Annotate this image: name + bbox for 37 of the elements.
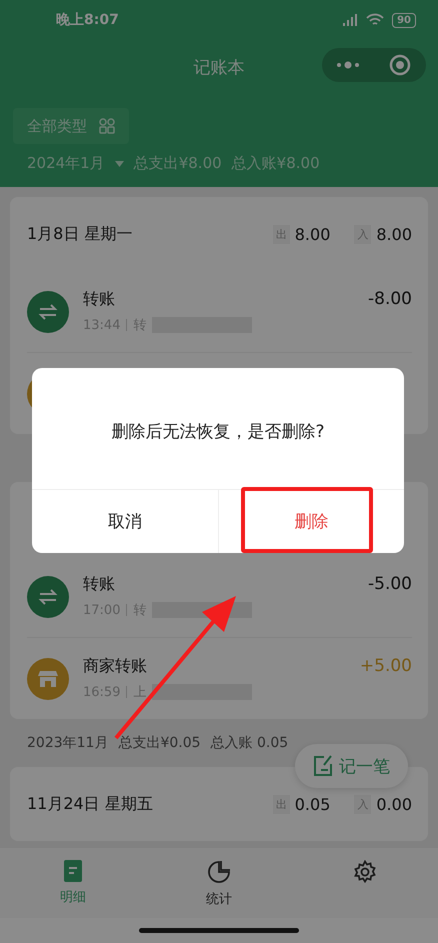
expense-total: 总支出¥8.00 xyxy=(134,154,222,173)
transfer-icon xyxy=(27,576,69,618)
transaction-amount: -5.00 xyxy=(368,574,412,594)
settings-icon xyxy=(353,860,377,884)
delete-button[interactable]: 删除 xyxy=(218,490,404,553)
signal-icon xyxy=(342,13,358,27)
store-icon xyxy=(27,658,69,700)
pie-chart-icon xyxy=(207,860,231,884)
battery-level: 90 xyxy=(392,12,416,28)
transaction-amount: +5.00 xyxy=(360,656,412,676)
grid-icon xyxy=(99,118,115,134)
status-time: 晚上8:07 xyxy=(56,11,119,29)
income-total: 总入账¥8.00 xyxy=(232,154,320,173)
day-income: 8.00 xyxy=(376,224,412,244)
day-income: 0.00 xyxy=(376,794,412,814)
transaction-name: 商家转账 xyxy=(83,656,148,677)
page-title: 记账本 xyxy=(194,56,244,78)
tab[interactable]: 统计 xyxy=(146,848,292,918)
dropdown-icon xyxy=(114,160,124,166)
month-label: 2023年11月 xyxy=(27,734,108,752)
day-date: 11月24日 星期五 xyxy=(27,794,153,814)
expense-total: 总支出¥0.05 xyxy=(118,734,201,752)
transfer-icon xyxy=(27,290,69,332)
day-expense: 8.00 xyxy=(294,224,330,244)
cancel-button[interactable]: 取消 xyxy=(32,490,218,553)
document-icon xyxy=(64,860,82,882)
add-record-button[interactable]: 记一笔 xyxy=(295,744,408,788)
dialog-message: 删除后无法恢复，是否删除? xyxy=(110,421,326,444)
wifi-icon xyxy=(366,13,384,27)
transaction-name: 转账 xyxy=(83,574,116,595)
more-icon[interactable] xyxy=(336,61,360,69)
day-date: 1月8日 星期一 xyxy=(27,224,132,244)
day-expense: 0.05 xyxy=(294,794,330,814)
income-total: 总入账 0.05 xyxy=(210,734,288,752)
transaction-name: 转账 xyxy=(83,289,116,310)
transaction-amount: -8.00 xyxy=(368,289,412,309)
edit-icon xyxy=(313,755,333,777)
